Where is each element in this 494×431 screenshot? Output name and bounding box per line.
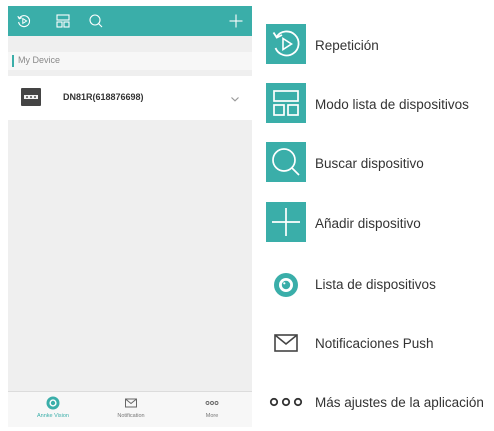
- tab-annke-vision[interactable]: Annke Vision: [23, 396, 83, 419]
- more-dots-icon: [266, 384, 306, 424]
- my-device-section: My Device: [8, 52, 252, 70]
- tab-label: More: [205, 413, 219, 419]
- legend-text-add: Añadir dispositivo: [315, 216, 421, 231]
- section-accent-bar: [12, 55, 14, 67]
- legend-text-search: Buscar dispositivo: [315, 156, 424, 171]
- add-icon[interactable]: [228, 13, 244, 29]
- chevron-down-icon[interactable]: [230, 91, 240, 102]
- legend-text-device-list: Lista de dispositivos: [315, 277, 436, 292]
- device-list-mode-icon: [266, 83, 306, 123]
- add-icon: [266, 202, 306, 242]
- device-list-item[interactable]: DN81R(618876698): [8, 76, 252, 120]
- search-icon: [266, 142, 306, 182]
- camera-lens-icon: [266, 263, 306, 303]
- playback-icon: [266, 24, 306, 64]
- camera-lens-icon: [46, 396, 60, 410]
- legend-text-list-mode: Modo lista de dispositivos: [315, 97, 469, 112]
- top-toolbar: [8, 6, 252, 36]
- legend-text-notifications: Notificaciones Push: [315, 336, 434, 351]
- device-list-mode-icon[interactable]: [55, 13, 71, 29]
- envelope-icon: [266, 322, 306, 362]
- dvr-device-icon: [21, 88, 41, 106]
- legend-text-playback: Repetición: [315, 38, 379, 53]
- more-dots-icon: [205, 401, 219, 405]
- tab-label: Annke Vision: [36, 413, 69, 419]
- tab-label: Notification: [117, 413, 145, 419]
- legend-text-more-settings: Más ajustes de la aplicación: [315, 395, 484, 410]
- tab-notification[interactable]: Notification: [101, 396, 161, 419]
- app-screen: My Device DN81R(618876698) Annke Vision …: [8, 6, 252, 427]
- tab-more[interactable]: More: [182, 396, 242, 419]
- device-name: DN81R(618876698): [63, 92, 144, 102]
- search-icon[interactable]: [88, 13, 104, 29]
- envelope-icon: [125, 398, 137, 408]
- bottom-tab-bar: Annke Vision Notification More: [8, 391, 252, 427]
- section-label: My Device: [18, 55, 61, 65]
- playback-icon[interactable]: [16, 13, 32, 29]
